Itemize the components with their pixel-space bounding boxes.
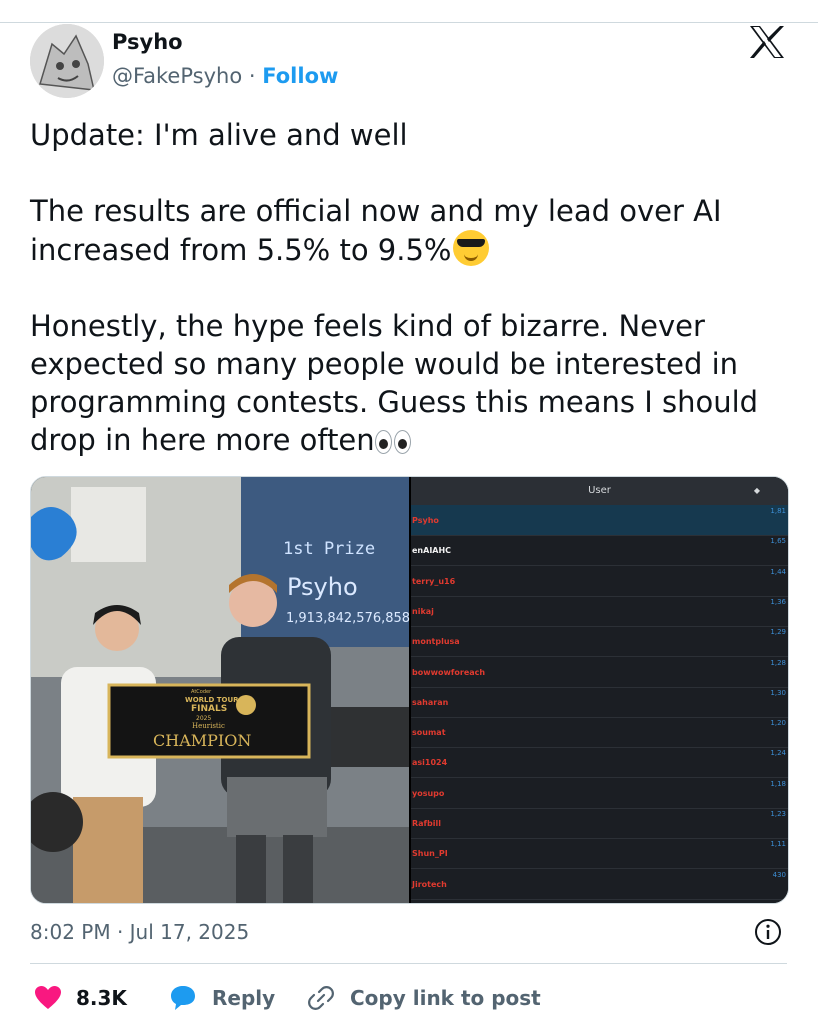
tweet-line-text: drop in here more often [30, 423, 375, 457]
banner-line3: FINALS [191, 704, 228, 714]
leaderboard-score: 1,81 [770, 507, 786, 515]
leaderboard-score: 1,28 [770, 658, 786, 667]
info-icon[interactable] [754, 918, 782, 946]
tweet-line: expected so many people would be interes… [30, 347, 739, 381]
leaderboard-user[interactable]: Rafbill [412, 819, 441, 828]
tweet-line-text: increased from 5.5% to 9.5% [30, 233, 452, 267]
author-handle-row: @FakePsyho · Follow [112, 64, 338, 88]
x-logo-icon[interactable] [746, 24, 788, 60]
leaderboard-score: 1,30 [770, 688, 786, 697]
avatar-image [30, 24, 104, 98]
leaderboard-row[interactable]: asi1024 1,24 [411, 747, 788, 779]
leaderboard-row[interactable]: yosupo 1,18 [411, 778, 788, 809]
leaderboard-row[interactable]: Jirotech 430 [411, 869, 788, 900]
leaderboard-user[interactable]: soumat [412, 728, 446, 737]
reply-bubble-icon [171, 986, 195, 1010]
leaderboard-row[interactable]: soumat 1,20 [411, 717, 788, 749]
like-count: 8.3K [76, 986, 127, 1010]
leaderboard-row[interactable]: Rafbill 1,23 [411, 808, 788, 839]
tweet-line: The results are official now and my lead… [30, 194, 722, 228]
reply-button[interactable]: Reply [168, 980, 275, 1016]
leaderboard-row[interactable]: montplusa 1,29 [411, 626, 788, 658]
leaderboard-user[interactable]: yosupo [412, 789, 444, 798]
author-handle[interactable]: @FakePsyho [112, 64, 242, 88]
leaderboard-score: 1,20 [770, 719, 786, 728]
leaderboard-user[interactable]: Shun_PI [412, 849, 448, 858]
leaderboard-user[interactable]: saharan [412, 698, 448, 707]
leaderboard-user[interactable]: enAIAHC [412, 546, 451, 555]
leaderboard-header-label: User [588, 485, 611, 496]
leaderboard-user[interactable]: bowwowforeach [412, 668, 485, 677]
tweet-line: drop in here more often [30, 421, 770, 463]
leaderboard-row[interactable]: saharan 1,30 [411, 687, 788, 718]
leaderboard-user[interactable]: asi1024 [412, 758, 447, 767]
follow-button[interactable]: Follow [262, 64, 338, 88]
winner-score: 1,913,842,576,858 [286, 611, 411, 626]
leaderboard-score: 1,23 [770, 810, 786, 818]
leaderboard-row[interactable]: nikaj 1,36 [411, 596, 788, 627]
author-name[interactable]: Psyho [112, 30, 183, 54]
avatar[interactable] [30, 24, 104, 98]
leaderboard-header: User ◆ [411, 477, 788, 505]
tweet-media[interactable]: 1st Prize Psyho 1,913,842,576,858 AtCode… [30, 476, 789, 904]
tweet-line: programming contests. Guess this means I… [30, 385, 759, 419]
banner-line4: 2025 [196, 715, 212, 722]
leaderboard-user[interactable]: Psyho [412, 516, 439, 525]
leaderboard-screenshot[interactable]: User ◆ Psyho 1,81 enAIAHC 1,65 terry_u16 1,44… [411, 477, 788, 903]
leaderboard-user[interactable]: terry_u16 [412, 577, 455, 586]
leaderboard-user[interactable]: nikaj [412, 607, 434, 616]
leaderboard-row[interactable]: terry_u16 1,44 [411, 566, 788, 597]
leaderboard-score: 1,44 [770, 567, 786, 576]
leaderboard-user[interactable]: montplusa [412, 637, 460, 646]
tweet-line: Update: I'm alive and well [30, 118, 408, 152]
reply-label: Reply [212, 986, 276, 1010]
leaderboard-row[interactable]: bowwowforeach 1,28 [411, 657, 788, 688]
leaderboard-user[interactable]: Jirotech [412, 880, 447, 889]
eyes-emoji-icon [374, 425, 413, 463]
banner-title: CHAMPION [153, 731, 252, 750]
leaderboard-score: 1,36 [770, 597, 786, 606]
banner-line1: AtCoder [191, 689, 212, 695]
tweet-line: Honestly, the hype feels kind of bizarre… [30, 309, 705, 343]
leaderboard-score: 1,11 [770, 840, 786, 849]
handle-separator: · [248, 64, 256, 88]
tweet-line: increased from 5.5% to 9.5% [30, 230, 770, 269]
top-divider [0, 22, 818, 23]
copy-link-button[interactable]: Copy link to post [306, 980, 541, 1016]
winner-name: Psyho [287, 573, 358, 601]
leaderboard-score: 1,18 [770, 779, 786, 788]
banner-line5: Heuristic [192, 722, 225, 730]
leaderboard-score: 1,29 [770, 628, 786, 637]
action-bar: 8.3K Reply Copy link to post [30, 980, 787, 1016]
leaderboard-row[interactable]: Shun_PI 1,11 [411, 838, 788, 870]
tweet-text: Update: I'm alive and well The results a… [30, 116, 770, 463]
link-icon [308, 986, 334, 1010]
leaderboard-score: 1,24 [770, 749, 786, 758]
sort-icon: ◆ [753, 486, 760, 495]
prize-label: 1st Prize [283, 539, 376, 559]
like-button[interactable]: 8.3K [34, 980, 127, 1016]
copy-link-label: Copy link to post [350, 986, 541, 1010]
heart-icon [35, 986, 61, 1009]
sunglasses-emoji-icon [453, 230, 490, 266]
award-photo[interactable]: 1st Prize Psyho 1,913,842,576,858 AtCode… [31, 477, 411, 903]
leaderboard-score: 430 [772, 870, 786, 879]
leaderboard-score: 1,65 [770, 537, 786, 546]
actions-divider [30, 963, 787, 964]
leaderboard-row[interactable]: Psyho 1,81 [411, 505, 788, 536]
tweet-timestamp[interactable]: 8:02 PM · Jul 17, 2025 [30, 920, 249, 944]
leaderboard-row[interactable]: enAIAHC 1,65 [411, 535, 788, 567]
banner-line2: WORLD TOUR [185, 696, 239, 704]
